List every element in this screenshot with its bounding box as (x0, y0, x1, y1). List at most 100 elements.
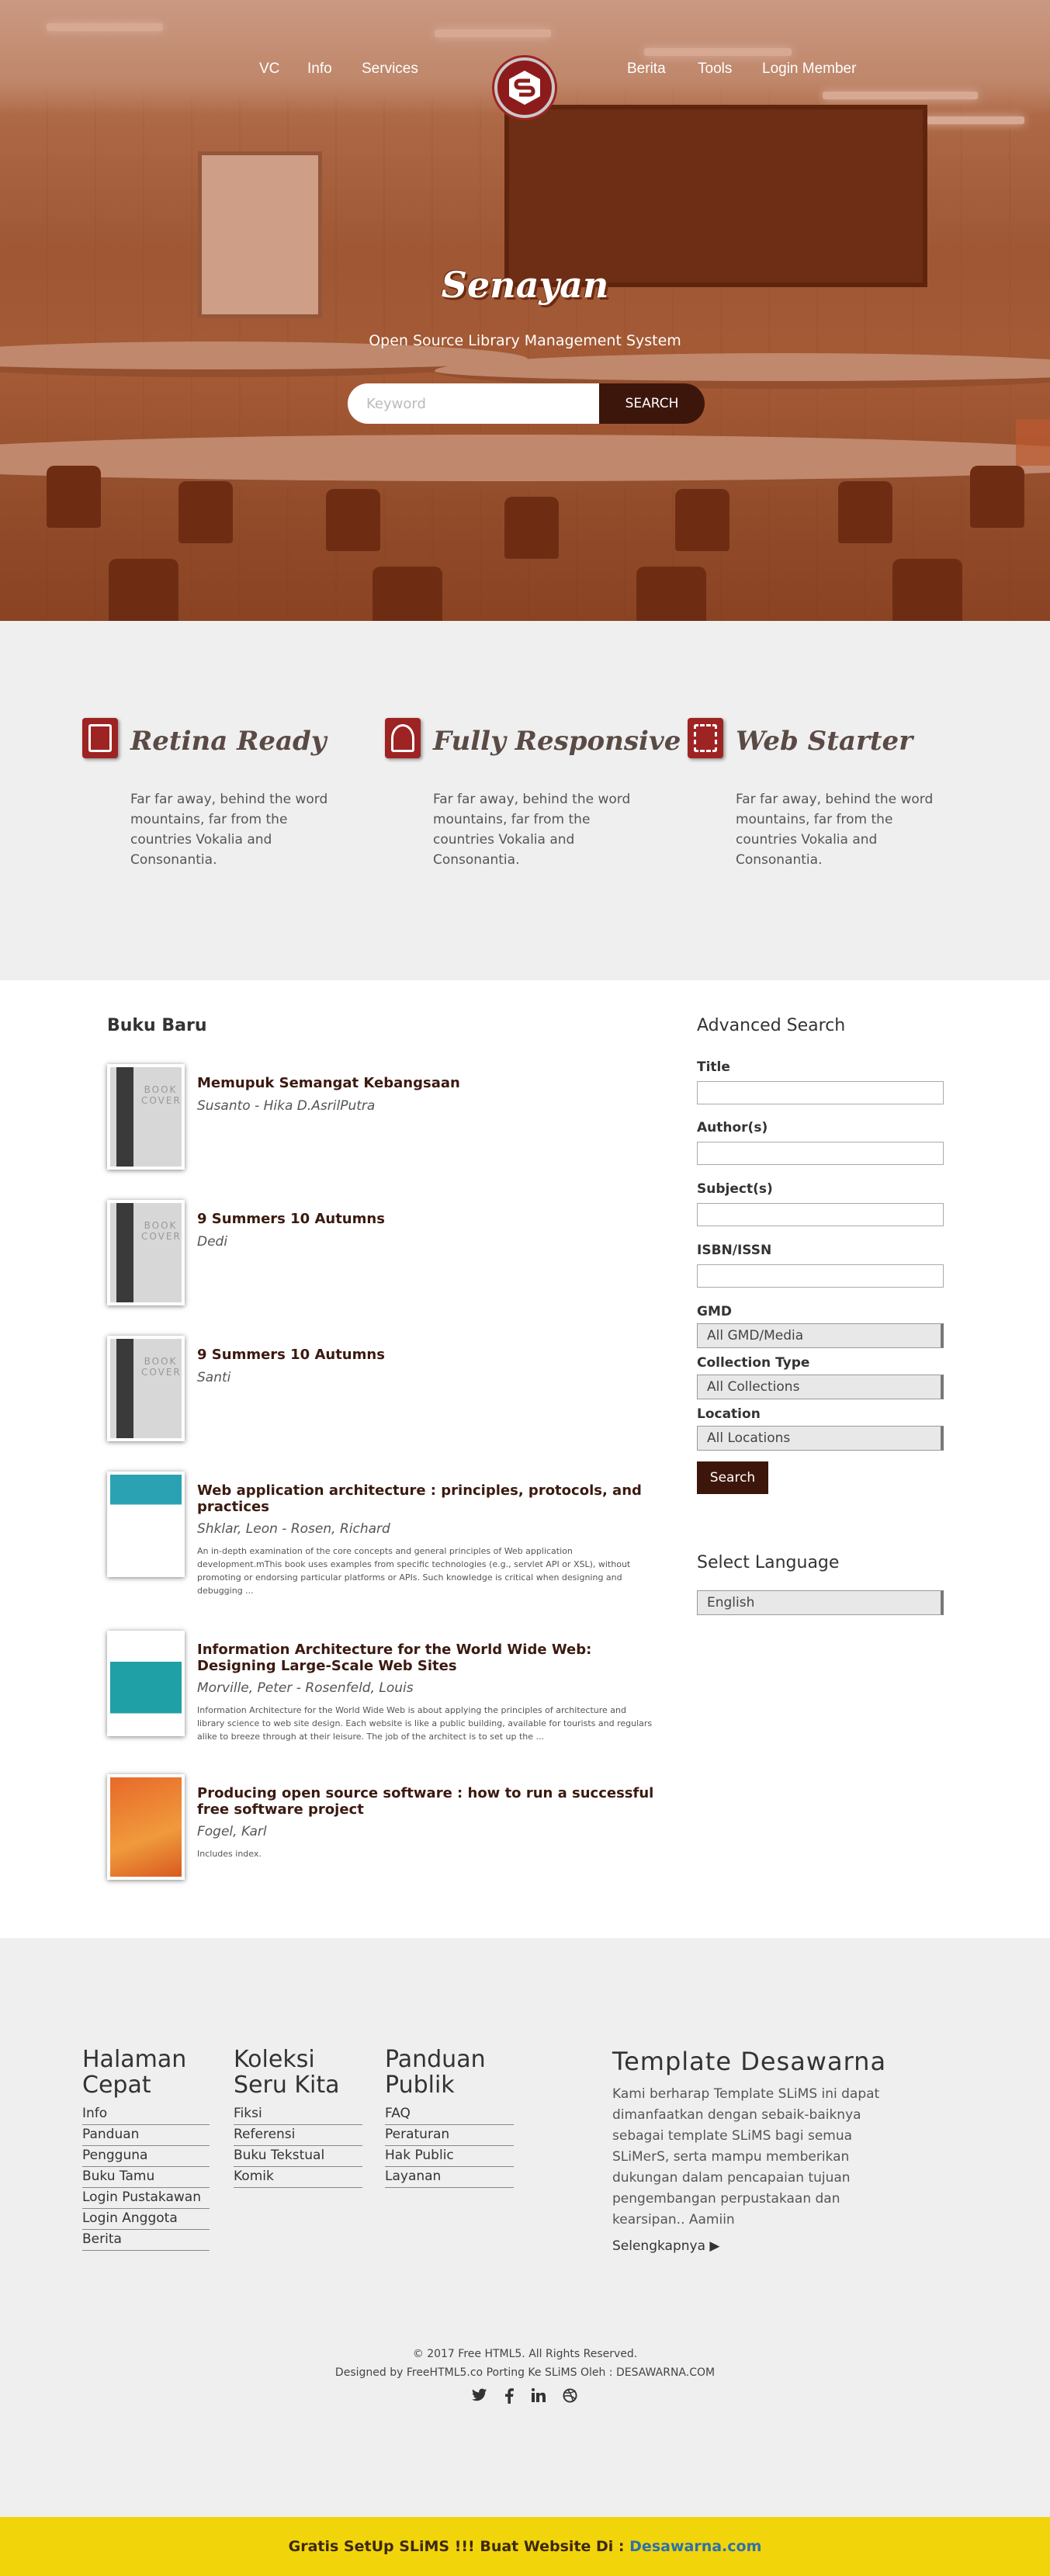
promo-text: Gratis SetUp SLiMS !!! Buat Website Di : (288, 2538, 630, 2555)
buku-baru-title: Buku Baru (107, 1016, 207, 1035)
advanced-search-panel: Advanced Search Title Author(s) Subject(… (697, 1016, 945, 1615)
footer-col-halaman-cepat: Halaman Cepat Info Panduan Pengguna Buku… (82, 2047, 210, 2251)
copyright-text: © 2017 Free HTML5. All Rights Reserved. (412, 2348, 638, 2360)
authors-input[interactable] (697, 1142, 944, 1165)
nav-item-login-member[interactable]: Login Member (762, 61, 856, 78)
book-description: Information Architecture for the World W… (197, 1705, 653, 1742)
footer-link[interactable]: Berita (82, 2230, 210, 2251)
footer-link[interactable]: Hak Public (385, 2146, 514, 2167)
book-author: Shklar, Leon - Rosen, Richard (197, 1521, 390, 1537)
designed-by-text[interactable]: Designed by FreeHTML5.co Porting Ke SLiM… (0, 2363, 1050, 2382)
book-author: Santi (197, 1370, 231, 1385)
collection-type-label: Collection Type (697, 1355, 810, 1371)
footer-col-title: Koleksi Seru Kita (234, 2046, 340, 2099)
language-select[interactable]: English (697, 1590, 944, 1615)
book-title[interactable]: 9 Summers 10 Autumns (197, 1347, 655, 1363)
authors-label: Author(s) (697, 1120, 768, 1135)
linkedin-icon[interactable] (532, 2388, 546, 2406)
template-text: Kami berharap Template SLiMS ini dapat d… (612, 2086, 880, 2228)
location-label: Location (697, 1406, 761, 1422)
promo-bar: Gratis SetUp SLiMS !!! Buat Website Di :… (0, 2517, 1050, 2576)
footer-link[interactable]: Login Pustakawan (82, 2188, 210, 2209)
feature-text: Far far away, behind the word mountains,… (130, 792, 328, 868)
main-content: Buku Baru BOOK COVER Memupuk Semangat Ke… (0, 980, 1050, 1938)
hero-title: Senayan (441, 264, 609, 306)
collection-type-select[interactable]: All Collections (697, 1375, 944, 1399)
location-select[interactable]: All Locations (697, 1426, 944, 1451)
footer-link[interactable]: Pengguna (82, 2146, 210, 2167)
promo-link[interactable]: Desawarna.com (629, 2538, 761, 2555)
book-cover[interactable]: BOOK COVER (107, 1200, 185, 1305)
gmd-label: GMD (697, 1304, 732, 1319)
footer-link[interactable]: Komik (234, 2167, 362, 2188)
feature-title: Retina Ready (130, 726, 327, 757)
footer-link[interactable]: Panduan (82, 2125, 210, 2146)
book-cover[interactable] (107, 1631, 185, 1736)
nav-item-berita[interactable]: Berita (627, 61, 666, 78)
footer: Halaman Cepat Info Panduan Pengguna Buku… (0, 1938, 1050, 2517)
title-input[interactable] (697, 1081, 944, 1104)
feature-title: Web Starter (736, 726, 913, 757)
user-icon (385, 718, 421, 758)
book-title[interactable]: 9 Summers 10 Autumns (197, 1211, 655, 1227)
footer-link[interactable]: Buku Tekstual (234, 2146, 362, 2167)
book-author: Morville, Peter - Rosenfeld, Louis (197, 1680, 414, 1696)
footer-link[interactable]: Peraturan (385, 2125, 514, 2146)
template-title: Template Desawarna (612, 2047, 887, 2076)
features-section: Retina Ready Far far away, behind the wo… (0, 621, 1050, 980)
footer-col-title: Halaman Cepat (82, 2046, 187, 2099)
feature-title: Fully Responsive (433, 726, 681, 757)
footer-link[interactable]: Referensi (234, 2125, 362, 2146)
facebook-icon[interactable] (504, 2388, 514, 2408)
hero-search: SEARCH (348, 383, 705, 424)
book-author: Fogel, Karl (197, 1824, 267, 1839)
book-description: Includes index. (197, 1849, 262, 1859)
dribbble-icon[interactable] (563, 2388, 577, 2407)
footer-col-title: Panduan Publik (385, 2046, 486, 2099)
footer-link[interactable]: Info (82, 2104, 210, 2125)
book-title[interactable]: Web application architecture : principle… (197, 1482, 655, 1515)
title-label: Title (697, 1059, 730, 1075)
book-author: Dedi (197, 1234, 228, 1250)
nav-item-vc[interactable]: VC (259, 61, 279, 78)
logo-icon[interactable] (494, 57, 555, 118)
select-language-title: Select Language (697, 1553, 840, 1572)
nav-item-tools[interactable]: Tools (698, 61, 732, 78)
footer-link[interactable]: Buku Tamu (82, 2167, 210, 2188)
book-description: An in-depth examination of the core conc… (197, 1546, 631, 1596)
footer-col-panduan-publik: Panduan Publik FAQ Peraturan Hak Public … (385, 2047, 514, 2188)
isbn-label: ISBN/ISSN (697, 1243, 772, 1258)
barcode-icon (688, 718, 723, 758)
book-title[interactable]: Information Architecture for the World W… (197, 1642, 655, 1674)
search-button[interactable]: SEARCH (599, 383, 705, 424)
read-more-link[interactable]: Selengkapnya ▶ (612, 2238, 899, 2254)
hero-section: VC Info Services Berita Tools Login Memb… (0, 0, 1050, 621)
social-links (466, 2388, 590, 2411)
twitter-icon[interactable] (472, 2388, 487, 2406)
book-author: Susanto - Hika D.AsrilPutra (197, 1098, 376, 1114)
footer-link[interactable]: Layanan (385, 2167, 514, 2188)
book-cover[interactable]: BOOK COVER (107, 1336, 185, 1441)
book-title[interactable]: Memupuk Semangat Kebangsaan (197, 1075, 655, 1091)
feature-text: Far far away, behind the word mountains,… (433, 792, 631, 868)
advanced-search-title: Advanced Search (697, 1016, 846, 1035)
gmd-select[interactable]: All GMD/Media (697, 1323, 944, 1348)
isbn-input[interactable] (697, 1264, 944, 1288)
side-toggle-tab[interactable] (1016, 419, 1050, 466)
keyword-input[interactable] (348, 383, 601, 424)
book-cover[interactable] (107, 1472, 185, 1577)
copyright: © 2017 Free HTML5. All Rights Reserved. … (0, 2345, 1050, 2382)
footer-link[interactable]: Login Anggota (82, 2209, 210, 2230)
book-title[interactable]: Producing open source software : how to … (197, 1785, 655, 1818)
feature-text: Far far away, behind the word mountains,… (736, 792, 934, 868)
book-cover[interactable] (107, 1774, 185, 1880)
footer-link[interactable]: Fiksi (234, 2104, 362, 2125)
nav-item-info[interactable]: Info (307, 61, 332, 78)
subjects-label: Subject(s) (697, 1181, 773, 1197)
template-info: Template Desawarna Kami berharap Templat… (612, 2047, 899, 2254)
footer-link[interactable]: FAQ (385, 2104, 514, 2125)
subjects-input[interactable] (697, 1203, 944, 1226)
book-cover[interactable]: BOOK COVER (107, 1064, 185, 1170)
advanced-search-button[interactable]: Search (697, 1461, 768, 1494)
nav-item-services[interactable]: Services (362, 61, 418, 78)
